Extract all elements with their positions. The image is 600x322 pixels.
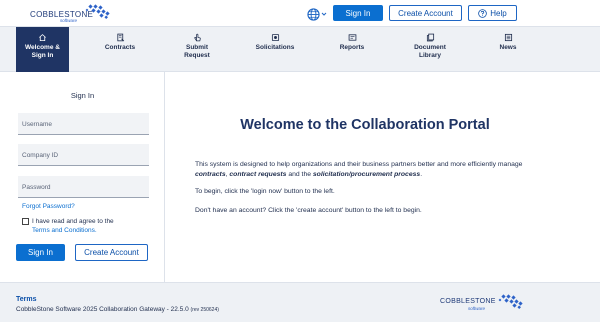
nav-news-label: News <box>499 44 517 51</box>
footer-logo: COBBLESTONE software <box>440 292 530 314</box>
help-button[interactable]: Help <box>468 5 517 21</box>
intro-contracts: contracts <box>195 170 226 178</box>
header-signin-label: Sign In <box>345 8 371 18</box>
footer-copyright-text: CobbleStone Software 2025 Collaboration … <box>16 306 189 313</box>
solicitation-icon <box>271 33 279 42</box>
terms-checkbox[interactable] <box>22 218 29 225</box>
intro-contract-requests: contract requests <box>229 170 287 178</box>
create-account-instruction: Don't have an account? Click the 'create… <box>195 207 422 214</box>
nav-solicitations-label: Solicitations <box>255 44 295 51</box>
page-title: Welcome to the Collaboration Portal <box>240 117 490 133</box>
nav-welcome-label: Welcome & Sign In <box>25 44 60 59</box>
signin-title: Sign In <box>70 91 95 100</box>
nav-contracts-label: Contracts <box>104 44 136 51</box>
password-input[interactable] <box>18 176 149 197</box>
create-account-button-label: Create Account <box>84 248 139 257</box>
intro-paragraph: This system is designed to help organiza… <box>195 160 545 179</box>
footer-logo-sub: software <box>468 306 486 311</box>
company-id-input[interactable] <box>18 144 149 165</box>
contract-icon <box>116 33 124 42</box>
footer-copyright: CobbleStone Software 2025 Collaboration … <box>16 306 219 313</box>
nav-welcome-signin[interactable]: Welcome & Sign In <box>16 27 69 72</box>
globe-icon <box>307 7 320 21</box>
news-icon <box>504 33 512 42</box>
signin-button[interactable]: Sign In <box>16 244 65 261</box>
create-account-button[interactable]: Create Account <box>75 244 148 261</box>
footer: Terms CobbleStone Software 2025 Collabor… <box>0 282 600 322</box>
password-field[interactable] <box>18 176 149 198</box>
forgot-password-link[interactable]: Forgot Password? <box>22 203 75 210</box>
nav-reports-label: Reports <box>339 44 365 51</box>
nav-contracts[interactable]: Contracts <box>96 27 144 72</box>
hand-pointer-icon <box>193 33 201 42</box>
main-nav: Welcome & Sign In Contracts Submit Reque… <box>0 27 600 72</box>
intro-text-a: This system is designed to help organiza… <box>195 161 523 168</box>
nav-submit-request[interactable]: Submit Request <box>172 27 222 72</box>
username-field[interactable] <box>18 113 149 135</box>
company-id-field[interactable] <box>18 144 149 166</box>
nav-submit-request-label: Submit Request <box>184 44 210 59</box>
cobblestone-logo[interactable]: COBBLESTONE software <box>30 2 112 24</box>
header-create-account-button[interactable]: Create Account <box>389 5 462 21</box>
logo-sub: software <box>60 18 78 23</box>
help-label: Help <box>490 8 507 18</box>
agree-text-block: I have read and agree to the Terms and C… <box>32 217 157 235</box>
agree-text: I have read and agree to the <box>32 218 114 225</box>
signin-button-label: Sign In <box>28 248 53 257</box>
nav-news[interactable]: News <box>488 27 528 72</box>
logo-dots-icon <box>85 4 110 20</box>
intro-text-e: and the <box>286 170 313 178</box>
nav-solicitations[interactable]: Solicitations <box>250 27 300 72</box>
nav-document-library-label: Document Library <box>414 44 446 59</box>
question-circle-icon <box>478 8 488 18</box>
login-instruction: To begin, click the 'login now' button t… <box>195 188 335 195</box>
nav-document-library[interactable]: Document Library <box>406 27 454 72</box>
intro-solicitation: solicitation/procurement process <box>312 170 421 178</box>
header-create-account-label: Create Account <box>398 8 453 18</box>
intro-text-g: . <box>420 170 423 178</box>
footer-logo-dots-icon <box>498 294 523 310</box>
header-signin-button[interactable]: Sign In <box>333 5 383 21</box>
footer-logo-text: COBBLESTONE <box>440 298 496 305</box>
footer-terms-link[interactable]: Terms <box>16 296 37 303</box>
home-icon <box>39 34 46 42</box>
reports-icon <box>348 34 356 41</box>
nav-reports[interactable]: Reports <box>330 27 374 72</box>
language-selector[interactable] <box>307 7 327 21</box>
header: COBBLESTONE software Sign In Create Acco… <box>0 0 600 27</box>
username-input[interactable] <box>18 113 149 134</box>
document-library-icon <box>426 33 434 42</box>
terms-conditions-link[interactable]: Terms and Conditions. <box>32 227 97 234</box>
footer-revision: (rev 250624) <box>190 307 219 313</box>
chevron-down-icon <box>321 12 327 16</box>
